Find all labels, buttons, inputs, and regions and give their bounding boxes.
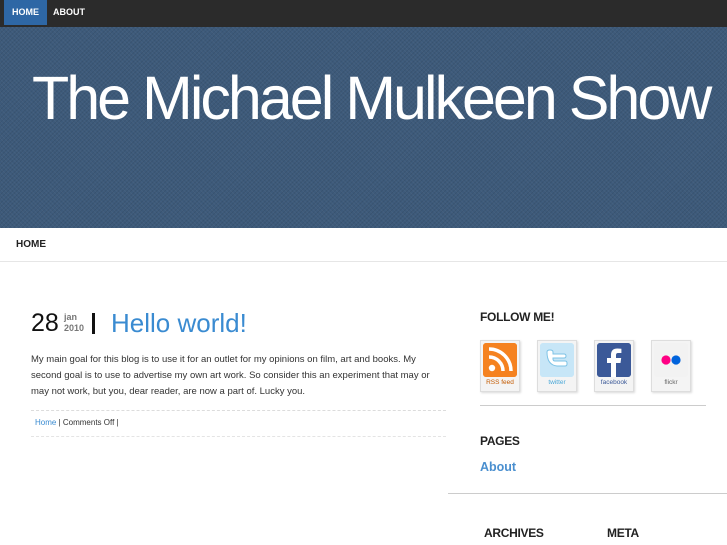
flickr-button[interactable]: flickr <box>651 340 691 392</box>
meta-heading: META <box>607 526 639 540</box>
sidebar-divider <box>480 405 706 406</box>
follow-me-heading: FOLLOW ME! <box>480 310 555 324</box>
post-meta-separator: | <box>114 418 119 427</box>
post-title-link[interactable]: Hello world! <box>111 308 247 339</box>
post-date-year: 2010 <box>64 323 85 333</box>
nav-home-link[interactable]: HOME <box>4 0 47 25</box>
nav-about-link[interactable]: ABOUT <box>45 0 93 25</box>
post-date-divider <box>92 313 95 334</box>
post-category-link[interactable]: Home <box>35 418 56 427</box>
top-nav-bar: HOME ABOUT <box>0 0 727 27</box>
facebook-caption: facebook <box>600 379 628 386</box>
secondary-nav: HOME <box>0 228 727 262</box>
rss-caption: RSS feed <box>486 379 514 386</box>
post-body-text: My main goal for this blog is to use it … <box>31 354 430 397</box>
flickr-icon <box>654 343 688 377</box>
flickr-caption: flickr <box>664 379 678 386</box>
subnav-home-link[interactable]: HOME <box>16 239 46 250</box>
rss-feed-button[interactable]: RSS feed <box>480 340 520 392</box>
post-date-day: 28 <box>31 309 59 337</box>
twitter-caption: twitter <box>548 379 566 386</box>
post-divider <box>31 436 446 437</box>
post-divider <box>31 410 446 411</box>
pages-about-link[interactable]: About <box>480 460 516 474</box>
site-title[interactable]: The Michael Mulkeen Show <box>32 63 712 133</box>
post-comments-status: Comments Off <box>62 418 115 427</box>
rss-icon <box>483 343 517 377</box>
post-meta: Home | Comments Off | <box>35 418 119 427</box>
pages-heading: PAGES <box>480 434 520 448</box>
post-date-month: jan <box>64 312 78 322</box>
twitter-icon <box>540 343 574 377</box>
archives-heading: ARCHIVES <box>484 526 544 540</box>
twitter-button[interactable]: twitter <box>537 340 577 392</box>
sidebar-divider <box>448 493 727 494</box>
facebook-button[interactable]: facebook <box>594 340 634 392</box>
site-header-banner: The Michael Mulkeen Show <box>0 27 727 228</box>
facebook-icon <box>597 343 631 377</box>
